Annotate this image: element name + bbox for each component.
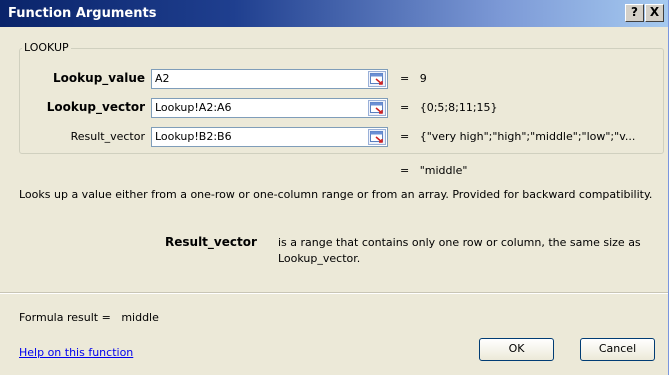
- parameter-name: Result_vector: [165, 235, 257, 249]
- argument-row-lookup-value: Lookup_value A2 = 9: [0, 69, 668, 89]
- collapse-dialog-icon[interactable]: [368, 71, 386, 87]
- function-description: Looks up a value either from a one-row o…: [19, 188, 653, 201]
- argument-label: Lookup_vector: [46, 100, 145, 114]
- result-vector-input[interactable]: Lookup!B2:B6: [151, 127, 388, 147]
- argument-row-result-vector: Result_vector Lookup!B2:B6 = {"very high…: [0, 127, 668, 147]
- overall-result: = "middle": [400, 164, 468, 177]
- function-arguments-dialog: Function Arguments ? X LOOKUP Lookup_val…: [0, 0, 669, 375]
- close-icon[interactable]: X: [645, 4, 664, 22]
- divider: [0, 292, 668, 294]
- argument-result: = {0;5;8;11;15}: [400, 101, 498, 114]
- argument-row-lookup-vector: Lookup_vector Lookup!A2:A6 = {0;5;8;11;1…: [0, 98, 668, 118]
- function-name-legend: LOOKUP: [22, 41, 71, 54]
- formula-result: Formula result = middle: [19, 311, 159, 324]
- help-on-function-link[interactable]: Help on this function: [19, 346, 133, 359]
- help-icon[interactable]: ?: [625, 4, 644, 22]
- collapse-dialog-icon[interactable]: [368, 129, 386, 145]
- lookup-vector-input[interactable]: Lookup!A2:A6: [151, 98, 388, 118]
- lookup-value-input[interactable]: A2: [151, 69, 388, 89]
- dialog-title: Function Arguments: [8, 6, 157, 21]
- argument-label: Lookup_value: [53, 71, 145, 85]
- collapse-dialog-icon[interactable]: [368, 100, 386, 116]
- argument-result: = 9: [400, 72, 427, 85]
- ok-button[interactable]: OK: [479, 338, 554, 361]
- parameter-description: is a range that contains only one row or…: [278, 236, 641, 265]
- argument-result: = {"very high";"high";"middle";"low";"v.…: [400, 130, 636, 143]
- cancel-button[interactable]: Cancel: [580, 338, 655, 361]
- title-bar: Function Arguments ? X: [0, 0, 668, 27]
- argument-label: Result_vector: [70, 130, 145, 143]
